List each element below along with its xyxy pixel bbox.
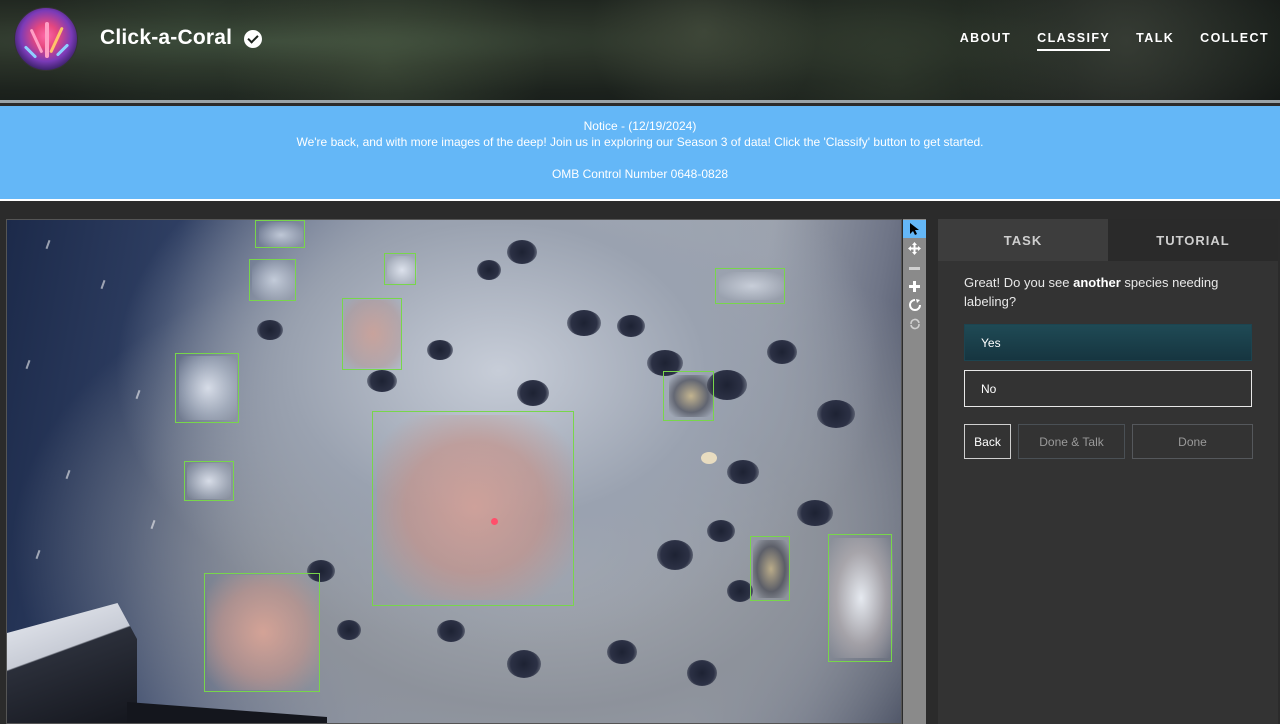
move-icon[interactable]	[903, 239, 926, 257]
nav-talk[interactable]: TALK	[1136, 31, 1174, 51]
rov-equipment	[7, 603, 137, 723]
annotation-box[interactable]	[249, 259, 296, 301]
annotation-box[interactable]	[342, 298, 402, 370]
annotation-box[interactable]	[663, 371, 714, 421]
notice-message: We're back, and with more images of the …	[296, 135, 984, 149]
done-button[interactable]: Done	[1132, 424, 1253, 459]
annotation-box[interactable]	[204, 573, 320, 692]
task-question: Great! Do you see another species needin…	[964, 273, 1254, 311]
rov-arm	[127, 702, 327, 723]
tab-tutorial[interactable]: TUTORIAL	[1108, 219, 1278, 261]
annotation-box[interactable]	[750, 536, 790, 601]
nav-collect[interactable]: COLLECT	[1200, 31, 1269, 51]
project-avatar[interactable]	[14, 7, 78, 71]
notice-title: Notice - (12/19/2024)	[583, 119, 697, 133]
subject-image-viewer[interactable]	[6, 219, 902, 724]
annotation-box[interactable]	[715, 268, 785, 304]
reset-icon[interactable]	[903, 315, 926, 333]
annotation-box[interactable]	[828, 534, 892, 662]
question-emphasis: another	[1073, 275, 1121, 290]
tab-task[interactable]: TASK	[938, 219, 1108, 261]
annotation-box[interactable]	[184, 461, 234, 501]
annotation-box[interactable]	[255, 220, 305, 248]
nav-classify[interactable]: CLASSIFY	[1037, 31, 1111, 51]
answer-yes-button[interactable]: Yes	[964, 324, 1252, 361]
notice-divider	[0, 199, 1280, 201]
answer-no-button[interactable]: No	[964, 370, 1252, 407]
zoom-in-icon[interactable]	[903, 277, 926, 295]
question-prefix: Great! Do you see	[964, 275, 1074, 290]
zoom-out-icon[interactable]	[903, 259, 926, 277]
header-background-image	[0, 0, 1280, 103]
panel-tabs: TASK TUTORIAL	[938, 219, 1278, 261]
rotate-icon[interactable]	[903, 296, 926, 314]
notice-banner: Notice - (12/19/2024) We're back, and wi…	[0, 106, 1280, 199]
pointer-icon[interactable]	[903, 220, 926, 238]
task-panel: TASK TUTORIAL Great! Do you see another …	[938, 219, 1278, 724]
check-circle-icon	[244, 30, 262, 48]
annotation-box[interactable]	[175, 353, 239, 423]
image-toolbar	[903, 219, 926, 724]
nav-about[interactable]: ABOUT	[960, 31, 1011, 51]
back-button[interactable]: Back	[964, 424, 1011, 459]
annotation-box[interactable]	[372, 411, 574, 606]
main-nav: ABOUT CLASSIFY TALK COLLECT	[960, 31, 1269, 51]
done-and-talk-button[interactable]: Done & Talk	[1018, 424, 1125, 459]
omb-control-number: OMB Control Number 0648-0828	[551, 167, 729, 181]
header-divider	[0, 100, 1280, 103]
site-title[interactable]: Click-a-Coral	[100, 26, 232, 50]
site-header: Click-a-Coral ABOUT CLASSIFY TALK COLLEC…	[0, 0, 1280, 103]
annotation-box[interactable]	[384, 253, 416, 285]
